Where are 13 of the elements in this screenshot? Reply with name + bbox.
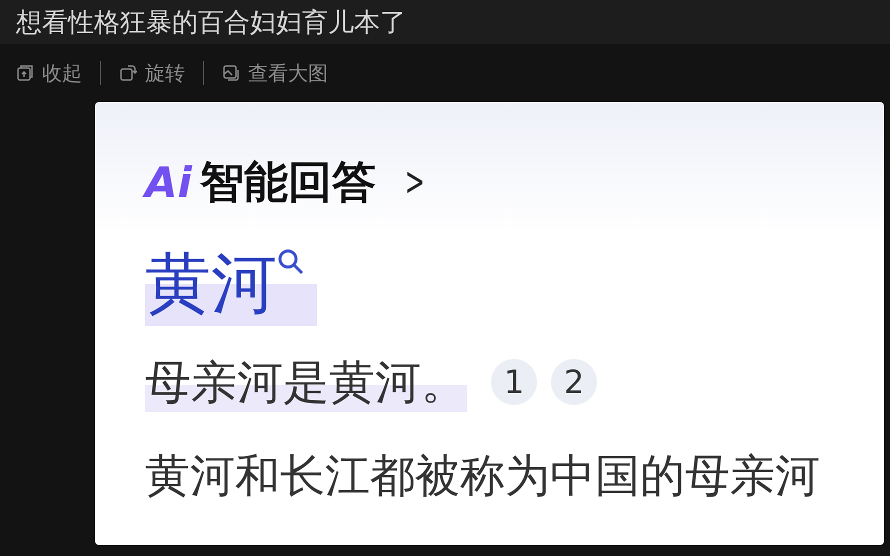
collapse-icon [16,64,34,82]
citation-badge[interactable]: 1 [491,359,537,405]
answer-text: 黄河和长江都被称为中国的母亲河 [145,448,821,504]
citation-badge[interactable]: 2 [551,359,597,405]
chevron-icon[interactable]: > [404,159,425,205]
post-title: 想看性格狂暴的百合妇妇育儿本了 [16,6,406,40]
collapse-button[interactable]: 收起 [16,60,82,86]
rotate-button[interactable]: 旋转 [119,60,185,86]
image-icon [222,64,240,82]
rotate-icon [119,64,137,82]
search-icon[interactable] [277,248,305,276]
section-title: 智能回答 [200,156,376,210]
view-image-button[interactable]: 查看大图 [222,60,328,86]
